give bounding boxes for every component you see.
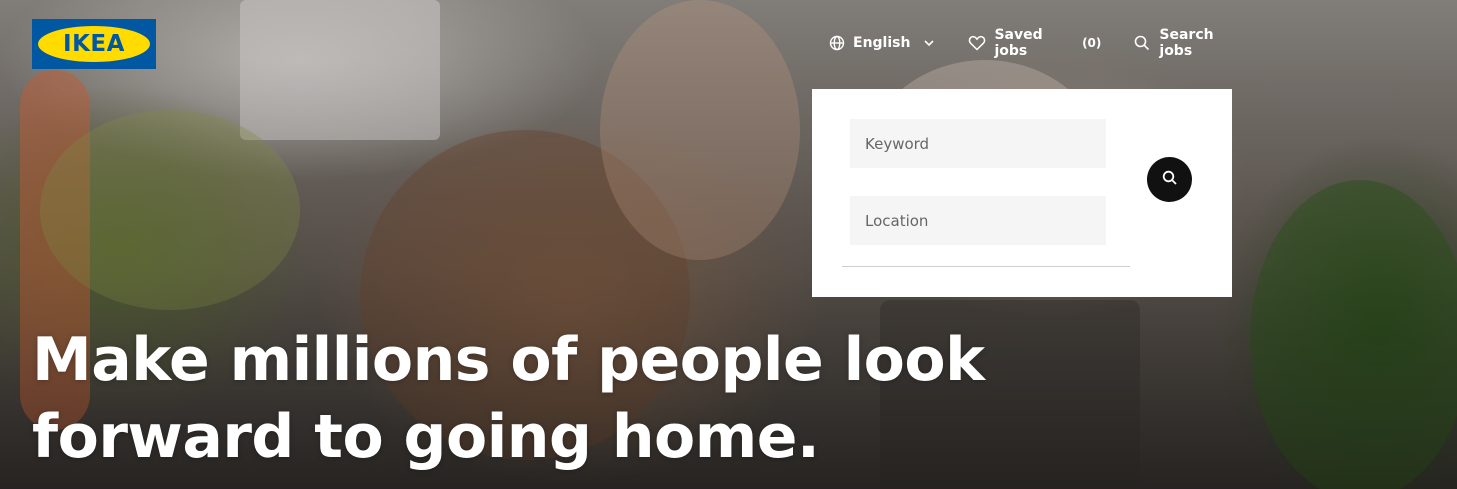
language-selector[interactable]: English: [829, 35, 935, 51]
saved-jobs-label: Saved jobs: [994, 27, 1043, 59]
top-navigation: English Saved jobs (0) Search jobs: [813, 22, 1246, 64]
logo-text: IKEA: [63, 31, 125, 57]
hero-headline: Make millions of people look forward to …: [32, 322, 1032, 476]
hero-headline-line-2: forward to going home.: [32, 402, 820, 472]
logo-oval: IKEA: [38, 26, 150, 62]
hero-headline-line-1: Make millions of people look: [32, 325, 985, 395]
search-icon: [1162, 170, 1178, 189]
search-jobs-link[interactable]: Search jobs: [1134, 27, 1246, 59]
location-input[interactable]: [850, 196, 1106, 245]
heart-icon: [968, 35, 986, 51]
search-submit-button[interactable]: [1147, 157, 1192, 202]
chevron-down-icon: [923, 39, 935, 47]
saved-jobs-count: (0): [1082, 36, 1102, 50]
form-divider: [842, 266, 1130, 267]
search-jobs-label: Search jobs: [1159, 27, 1214, 59]
saved-jobs-link[interactable]: Saved jobs (0): [968, 27, 1101, 59]
ikea-logo[interactable]: IKEA: [32, 19, 156, 69]
search-icon: [1134, 35, 1150, 51]
language-label: English: [853, 35, 911, 51]
globe-icon: [829, 35, 845, 51]
job-search-form: [812, 89, 1232, 297]
keyword-input[interactable]: [850, 119, 1106, 168]
